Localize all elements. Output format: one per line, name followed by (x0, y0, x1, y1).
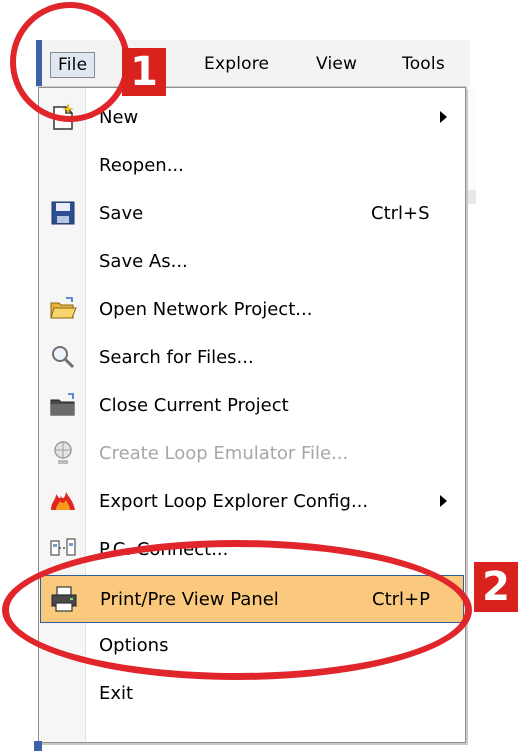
menu-item-search-files-label: Search for Files... (99, 347, 254, 368)
menu-item-exit[interactable]: Exit (40, 670, 464, 718)
menu-item-save-label: Save (99, 203, 144, 224)
magnifier-icon (48, 342, 78, 372)
menu-item-close-project[interactable]: Close Current Project (40, 382, 464, 430)
menu-item-reopen-label: Reopen... (99, 155, 184, 176)
floppy-disk-icon (48, 198, 78, 228)
menu-explore-label: Explore (204, 54, 270, 74)
menu-item-pc-connect-label: P.C. Connect... (99, 539, 229, 560)
network-icon (48, 534, 78, 564)
menu-item-create-loop-emulator-label: Create Loop Emulator File... (99, 443, 349, 464)
submenu-arrow-icon (440, 495, 447, 507)
menu-view-label: View (316, 54, 358, 74)
menu-item-pc-connect[interactable]: P.C. Connect... (40, 526, 464, 574)
menu-item-open-network-project-label: Open Network Project... (99, 299, 313, 320)
background-window-detail (466, 190, 476, 204)
menu-file[interactable]: File (50, 52, 96, 78)
menu-item-close-project-label: Close Current Project (99, 395, 289, 416)
menu-tools[interactable]: Tools (394, 52, 453, 76)
submenu-arrow-icon (440, 111, 447, 123)
open-folder-icon (48, 294, 78, 324)
menu-item-new[interactable]: New (40, 94, 464, 142)
menu-item-exit-label: Exit (99, 683, 134, 704)
menu-item-save-as[interactable]: Save As... (40, 238, 464, 286)
menu-item-export-loop-config-label: Export Loop Explorer Config... (99, 491, 369, 512)
menu-item-save[interactable]: Save Ctrl+S (40, 190, 464, 238)
menu-item-export-loop-config[interactable]: Export Loop Explorer Config... (40, 478, 464, 526)
menu-item-print-preview[interactable]: Print/Pre View Panel Ctrl+P (40, 575, 464, 623)
menu-item-print-preview-label: Print/Pre View Panel (100, 589, 279, 610)
menu-item-create-loop-emulator: Create Loop Emulator File... (40, 430, 464, 478)
menu-item-save-shortcut: Ctrl+S (371, 203, 430, 224)
menu-item-print-preview-shortcut: Ctrl+P (372, 589, 430, 610)
file-dropdown-menu: New Reopen... Save Ctrl+S Save As... Ope… (38, 87, 466, 743)
menu-explore[interactable]: Explore (196, 52, 277, 76)
window-edge-fragment (34, 741, 42, 751)
menu-view[interactable]: View (308, 52, 365, 76)
menu-item-options[interactable]: Options (40, 622, 464, 670)
menu-item-options-label: Options (99, 635, 169, 656)
annotation-step-2-badge: 2 (474, 562, 518, 612)
background-window-edge (466, 86, 475, 204)
new-file-icon (48, 102, 78, 132)
globe-icon (48, 438, 78, 468)
menu-bar: File Explore View Tools (36, 40, 470, 87)
menu-item-new-label: New (99, 107, 139, 128)
menu-tools-label: Tools (402, 54, 445, 74)
menu-item-search-files[interactable]: Search for Files... (40, 334, 464, 382)
menu-item-reopen[interactable]: Reopen... (40, 142, 464, 190)
menu-item-save-as-label: Save As... (99, 251, 188, 272)
annotation-step-1-badge: 1 (122, 48, 166, 96)
close-folder-icon (48, 390, 78, 420)
printer-icon (49, 584, 79, 614)
menu-file-label: File (58, 55, 88, 75)
menu-item-open-network-project[interactable]: Open Network Project... (40, 286, 464, 334)
fire-icon (48, 486, 78, 516)
menu-bar-edge (36, 40, 42, 86)
